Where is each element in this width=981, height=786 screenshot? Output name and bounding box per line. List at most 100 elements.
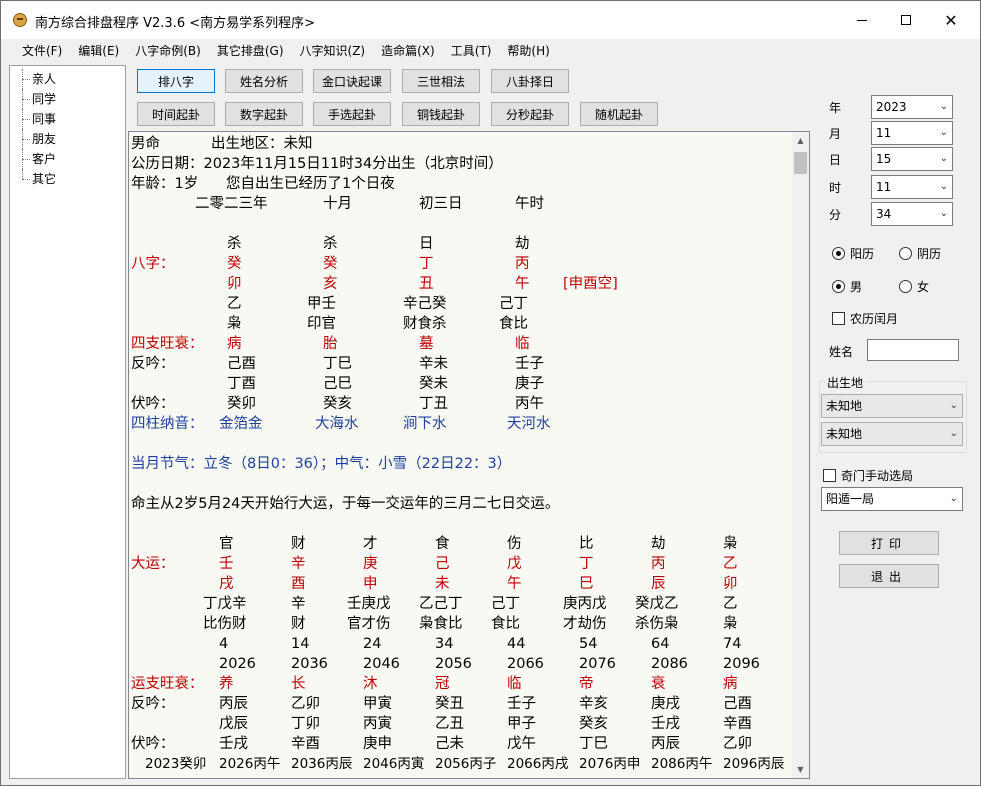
- minimize-button[interactable]: [839, 1, 885, 39]
- earthly-branch: 卯: [227, 276, 242, 292]
- menu-file[interactable]: 文件(F): [14, 39, 70, 61]
- dayun-intro-text: 命主从2岁5月24天开始行大运，于每一交运年的三月二七日交运。: [131, 496, 560, 512]
- maximize-icon: [901, 15, 911, 25]
- hour-select[interactable]: 11 ⌄: [871, 175, 953, 199]
- sanshi-button[interactable]: 三世相法: [402, 69, 480, 93]
- dayun-stem: 丁: [579, 556, 594, 572]
- time-divination-button[interactable]: 时间起卦: [137, 102, 215, 126]
- bazi-chart-text[interactable]: 男命 出生地区：未知 公历日期：2023年11月15日11时34分出生（北京时间）…: [128, 131, 810, 779]
- category-tree: 亲人 同学 同事 朋友 客户 其它: [9, 65, 126, 779]
- nayin-value: 涧下水: [403, 416, 447, 432]
- tree-item-family[interactable]: 亲人: [10, 69, 125, 89]
- exit-button[interactable]: 退出: [839, 564, 939, 588]
- close-button[interactable]: ✕: [928, 1, 974, 39]
- dayun-hidden: 庚丙戊: [563, 596, 607, 612]
- lunar-day: 初三日: [419, 196, 463, 212]
- dayun-hidden-god: 枭: [723, 616, 738, 632]
- pai-bazi-button[interactable]: 排八字: [137, 69, 215, 93]
- fanyin-value: 丁巳: [323, 356, 352, 372]
- dayun-branch: 午: [507, 576, 522, 592]
- age-text: 年龄：1岁: [131, 176, 199, 192]
- dayun-fan: 丙寅: [363, 716, 392, 732]
- heavenly-stem: 癸: [227, 256, 242, 272]
- tree-item-friends[interactable]: 朋友: [10, 129, 125, 149]
- dayun-fu-label: 伏吟：: [131, 736, 175, 752]
- dayun-label: 大运：: [131, 556, 175, 572]
- birthplace-province-select[interactable]: 未知地 ⌄: [821, 394, 963, 418]
- scroll-up-icon[interactable]: ▲: [792, 132, 809, 149]
- day-select[interactable]: 15 ⌄: [871, 147, 953, 171]
- fanyin-value: 丁酉: [227, 376, 256, 392]
- vertical-scrollbar[interactable]: ▲ ▼: [792, 132, 809, 778]
- tree-item-other[interactable]: 其它: [10, 169, 125, 189]
- jinkoujue-button[interactable]: 金口诀起课: [313, 69, 391, 93]
- menu-bazi-cases[interactable]: 八字命例(B): [127, 39, 209, 61]
- dayun-age: 14: [291, 636, 310, 652]
- solar-radio[interactable]: 阳历: [832, 245, 874, 262]
- print-button[interactable]: 打印: [839, 531, 939, 555]
- minute-select[interactable]: 34 ⌄: [871, 202, 953, 226]
- dayun-fan: 癸丑: [435, 696, 464, 712]
- dayun-hidden-god: 财: [291, 616, 306, 632]
- birthplace-city-select[interactable]: 未知地 ⌄: [821, 422, 963, 446]
- random-divination-button[interactable]: 随机起卦: [580, 102, 658, 126]
- menu-edit[interactable]: 编辑(E): [70, 39, 127, 61]
- liunian-item: 2023癸卯: [145, 756, 207, 772]
- dayun-ws: 帝: [579, 676, 594, 692]
- manual-divination-button[interactable]: 手选起卦: [313, 102, 391, 126]
- name-analysis-button[interactable]: 姓名分析: [225, 69, 303, 93]
- dayun-fu: 丁巳: [579, 736, 608, 752]
- tree-item-classmates[interactable]: 同学: [10, 89, 125, 109]
- menu-bar: 文件(F) 编辑(E) 八字命例(B) 其它排盘(G) 八字知识(Z) 造命篇(…: [1, 39, 980, 61]
- dayun-stem: 辛: [291, 556, 306, 572]
- month-select[interactable]: 11 ⌄: [871, 121, 953, 145]
- scroll-down-icon[interactable]: ▼: [792, 761, 809, 778]
- fuyin-value: 丁丑: [419, 396, 448, 412]
- dayun-hidden: 乙己丁: [419, 596, 463, 612]
- female-radio[interactable]: 女: [899, 278, 929, 295]
- menu-bazi-knowledge[interactable]: 八字知识(Z): [292, 39, 374, 61]
- number-divination-button[interactable]: 数字起卦: [225, 102, 303, 126]
- dayun-fu: 壬戌: [219, 736, 248, 752]
- lunar-hour: 午时: [515, 196, 544, 212]
- menu-zaoming[interactable]: 造命篇(X): [373, 39, 443, 61]
- wangshuai-value: 胎: [323, 336, 338, 352]
- menu-other-charts[interactable]: 其它排盘(G): [209, 39, 292, 61]
- minimize-icon: [857, 19, 867, 21]
- ju-select[interactable]: 阳遁一局 ⌄: [821, 487, 963, 511]
- fanyin-value: 辛未: [419, 356, 448, 372]
- checkbox-icon: [832, 312, 845, 325]
- leap-month-checkbox[interactable]: 农历闰月: [832, 310, 898, 327]
- fanyin-label: 反吟：: [131, 356, 175, 372]
- name-label: 姓名: [829, 345, 854, 359]
- checkbox-icon: [823, 469, 836, 482]
- year-select[interactable]: 2023 ⌄: [871, 95, 953, 119]
- lunar-year: 二零二三年: [195, 196, 268, 212]
- scroll-thumb[interactable]: [794, 152, 807, 174]
- coin-divination-button[interactable]: 铜钱起卦: [402, 102, 480, 126]
- bagua-zeri-button[interactable]: 八卦择日: [491, 69, 569, 93]
- fuyin-value: 丙午: [515, 396, 544, 412]
- dayun-age: 54: [579, 636, 598, 652]
- dayun-ws: 衰: [651, 676, 666, 692]
- menu-tools[interactable]: 工具(T): [443, 39, 500, 61]
- dayun-year: 2036: [291, 656, 328, 672]
- male-radio[interactable]: 男: [832, 278, 862, 295]
- dayun-fu: 辛酉: [291, 736, 320, 752]
- liunian-item: 2066丙戌: [507, 756, 569, 772]
- qimen-manual-checkbox[interactable]: 奇门手动选局: [823, 467, 913, 484]
- dayun-hidden: 丁戊辛: [203, 596, 247, 612]
- name-input[interactable]: [867, 339, 959, 361]
- tree-item-clients[interactable]: 客户: [10, 149, 125, 169]
- second-divination-button[interactable]: 分秒起卦: [491, 102, 569, 126]
- liunian-item: 2056丙子: [435, 756, 497, 772]
- chevron-down-icon: ⌄: [939, 153, 948, 164]
- dayun-hidden-god: 比伤财: [203, 616, 247, 632]
- maximize-button[interactable]: [883, 1, 929, 39]
- day-label: 日: [829, 153, 842, 167]
- lunar-radio[interactable]: 阴历: [899, 245, 941, 262]
- tree-item-colleagues[interactable]: 同事: [10, 109, 125, 129]
- dayun-stem: 乙: [723, 556, 738, 572]
- dayun-age: 44: [507, 636, 526, 652]
- menu-help[interactable]: 帮助(H): [499, 39, 557, 61]
